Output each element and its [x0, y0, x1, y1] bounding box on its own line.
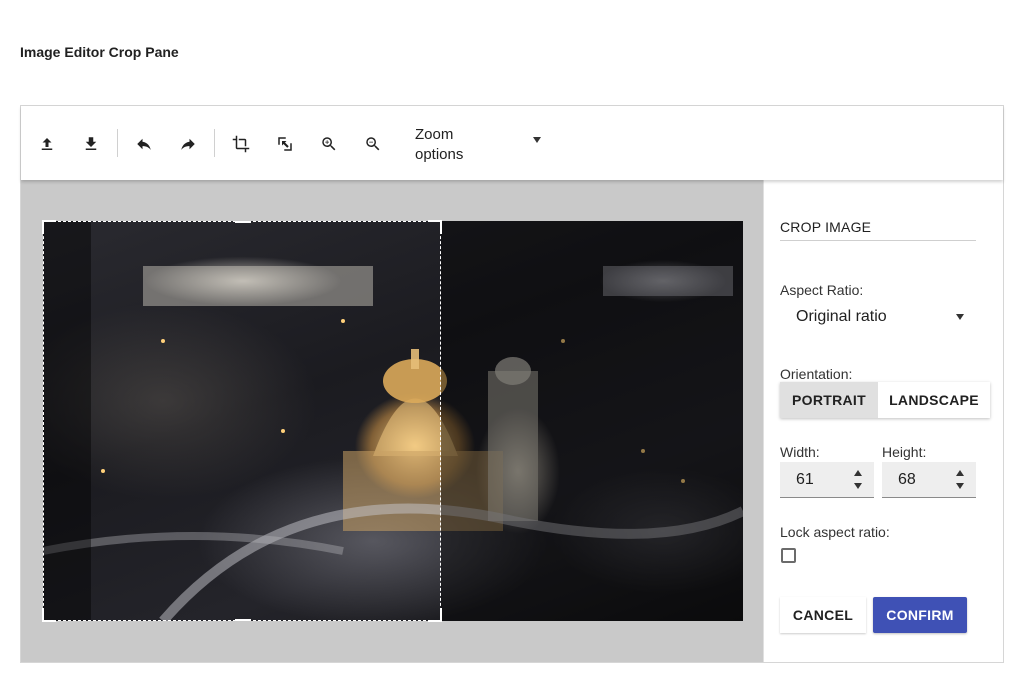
crop-selection-box[interactable]	[42, 220, 442, 622]
crop-handle-bottom-left[interactable]	[42, 608, 56, 622]
image-canvas	[21, 180, 763, 662]
toolbar: Zoom options	[21, 106, 1003, 180]
redo-button[interactable]	[172, 128, 204, 160]
page-title: Image Editor Crop Pane	[20, 44, 179, 60]
width-label: Width:	[780, 444, 820, 460]
upload-button[interactable]	[31, 128, 63, 160]
crop-handle-bottom-right[interactable]	[428, 608, 442, 622]
reset-image-button[interactable]	[269, 128, 301, 160]
orientation-label: Orientation:	[780, 366, 853, 382]
redo-icon	[181, 138, 195, 150]
aspect-ratio-value: Original ratio	[796, 308, 887, 325]
crop-handle-top[interactable]	[235, 221, 251, 223]
confirm-button[interactable]: CONFIRM	[873, 597, 967, 633]
undo-button[interactable]	[128, 128, 160, 160]
height-increment-icon[interactable]	[956, 470, 964, 476]
height-label: Height:	[882, 444, 927, 460]
width-value: 61	[796, 471, 814, 488]
crop-button[interactable]	[225, 128, 257, 160]
orientation-toggle: PORTRAIT LANDSCAPE	[780, 382, 990, 418]
lock-aspect-ratio-checkbox[interactable]	[781, 548, 796, 563]
image-editor: Zoom options CROP IMAGE Aspect Ratio: Or…	[20, 105, 1004, 663]
crop-handle-top-right[interactable]	[428, 220, 442, 234]
download-button[interactable]	[75, 128, 107, 160]
width-increment-icon[interactable]	[854, 470, 862, 476]
zoom-in-button[interactable]	[313, 128, 345, 160]
height-input[interactable]: 68	[882, 462, 976, 498]
height-value: 68	[898, 471, 916, 488]
aspect-ratio-dropdown[interactable]: Original ratio	[780, 302, 976, 332]
portrait-button[interactable]: PORTRAIT	[780, 382, 878, 418]
zoom-options-label: Zoom options	[415, 126, 464, 163]
crop-panel: CROP IMAGE Aspect Ratio: Original ratio …	[763, 180, 1003, 662]
download-icon	[85, 137, 97, 150]
zoom-out-icon	[366, 137, 380, 151]
crop-handle-top-left[interactable]	[42, 220, 56, 234]
undo-icon	[137, 138, 151, 150]
caret-down-icon	[956, 314, 964, 320]
toolbar-separator	[214, 129, 215, 157]
crop-handle-bottom[interactable]	[235, 619, 251, 621]
landscape-button[interactable]: LANDSCAPE	[878, 382, 990, 418]
aspect-ratio-label: Aspect Ratio:	[780, 282, 864, 298]
crop-icon	[232, 135, 250, 153]
zoom-options-dropdown[interactable]: Zoom options	[407, 123, 557, 163]
zoom-out-button[interactable]	[357, 128, 389, 160]
width-input[interactable]: 61	[780, 462, 874, 498]
crop-panel-title: CROP IMAGE	[780, 219, 976, 241]
cancel-button[interactable]: CANCEL	[780, 597, 866, 633]
toolbar-separator	[117, 129, 118, 157]
width-decrement-icon[interactable]	[854, 483, 862, 489]
upload-icon	[41, 138, 53, 150]
crop-outside-shade	[441, 221, 743, 621]
height-decrement-icon[interactable]	[956, 483, 964, 489]
caret-down-icon	[533, 137, 541, 143]
reset-image-icon	[278, 137, 292, 151]
zoom-in-icon	[322, 137, 336, 151]
lock-aspect-ratio-label: Lock aspect ratio:	[780, 524, 890, 540]
